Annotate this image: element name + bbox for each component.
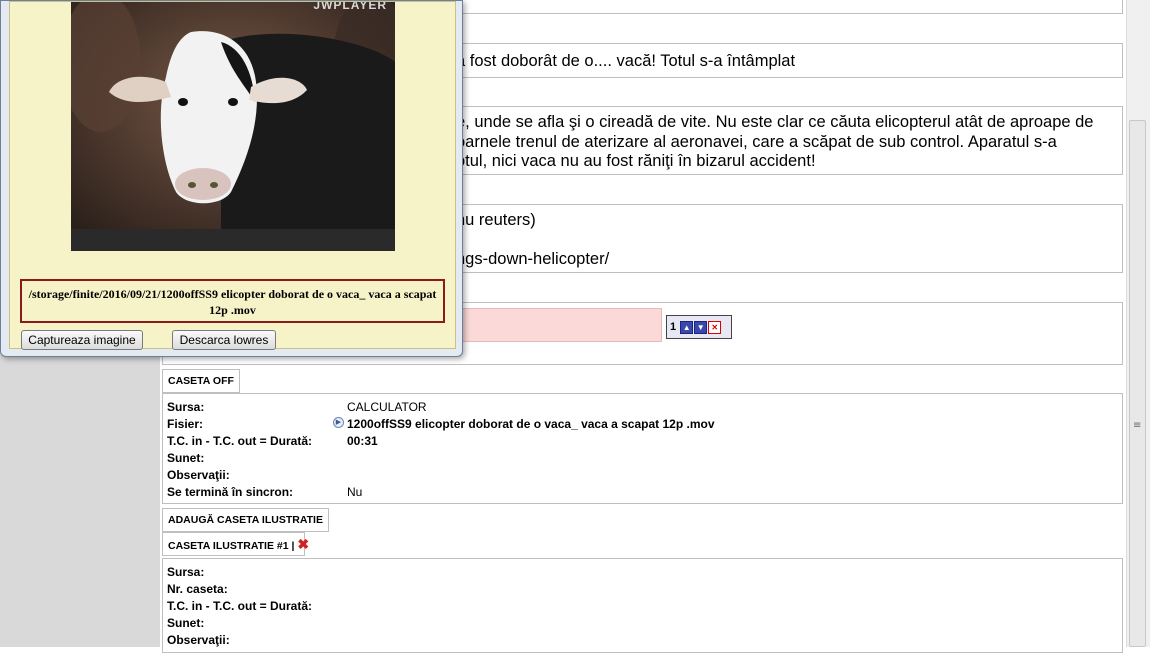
caseta-off-sincron-label: Se termină în sincron: xyxy=(167,485,294,499)
caseta-off-fisier-label: Fisier: xyxy=(167,417,204,431)
ilustratie-nr-caseta-label: Nr. caseta: xyxy=(167,582,228,596)
arrow-down-icon[interactable]: ▼ xyxy=(694,320,708,334)
body-line-2: oarnele trenul de aterizare al aeronavei… xyxy=(456,133,1057,151)
caseta-off-panel xyxy=(162,393,1123,504)
ilustratie-sunet-label: Sunet: xyxy=(167,616,205,630)
file-path-label: /storage/finite/2016/09/21/1200offSS9 el… xyxy=(20,279,445,323)
body-line-1: e, unde se afla şi o cireadă de vite. Nu… xyxy=(456,113,1094,131)
download-lowres-button[interactable]: Descarca lowres xyxy=(172,330,276,350)
ilustratie-durata-label: T.C. in - T.C. out = Durată: xyxy=(167,599,313,613)
tab-caseta-ilustratie-label: CASETA ILUSTRATIE #1 xyxy=(168,540,289,552)
delete-icon[interactable]: ✕ xyxy=(708,320,722,334)
ilustratie-sursa-label: Sursa: xyxy=(167,565,205,579)
order-control: 1 ▲ ▼ ✕ xyxy=(666,315,732,339)
scrollbar-thumb[interactable] xyxy=(1129,120,1146,647)
caseta-off-durata-value: 00:31 xyxy=(347,434,378,448)
caseta-off-sursa-label: Sursa: xyxy=(167,400,205,414)
player-control-bar[interactable] xyxy=(71,229,395,251)
ilustratie-observatii-label: Observaţii: xyxy=(167,633,230,647)
video-player-popup: JWPLAYER /storage/finite/2016/09/21/1200… xyxy=(0,0,463,357)
caseta-off-sunet-label: Sunet: xyxy=(167,451,205,465)
jwplayer-logo: JWPLAYER xyxy=(313,2,387,12)
arrow-up-icon[interactable]: ▲ xyxy=(680,320,694,334)
tab-caseta-ilustratie-1[interactable]: CASETA ILUSTRATIE #1 | ✖ xyxy=(162,532,309,556)
order-input[interactable] xyxy=(455,308,662,342)
order-number: 1 xyxy=(670,321,677,333)
capture-image-button[interactable]: Captureaza imagine xyxy=(21,330,143,350)
title-text: a fost doborât de o.... vacă! Totul s-a … xyxy=(456,52,796,70)
caseta-off-fisier-value[interactable]: 1200offSS9 elicopter doborat de o vaca_ … xyxy=(347,417,715,431)
tab-caseta-off[interactable]: CASETA OFF xyxy=(162,369,240,393)
caseta-off-durata-label: T.C. in - T.C. out = Durată: xyxy=(167,434,313,448)
play-file-icon[interactable]: ▶ xyxy=(333,417,344,428)
video-player[interactable]: JWPLAYER xyxy=(71,2,395,251)
source-line-2: ngs-down-helicopter/ xyxy=(456,250,610,268)
video-frame-cow-image xyxy=(71,2,395,251)
add-illustration-button[interactable]: ADAUGĂ CASETA ILUSTRATIE xyxy=(162,508,329,532)
tab-separator: | xyxy=(291,540,295,552)
caseta-off-sincron-value: Nu xyxy=(347,485,363,499)
scrollbar-grip-icon: ≡ xyxy=(1133,420,1142,431)
caseta-off-observatii-label: Observaţii: xyxy=(167,468,230,482)
body-line-3: otul, nici vaca nu au fost răniţi în biz… xyxy=(456,152,816,170)
source-line-1: nu reuters) xyxy=(456,211,536,229)
delete-illustration-icon[interactable]: ✖ xyxy=(297,536,309,552)
caseta-off-sursa-value: CALCULATOR xyxy=(347,400,427,414)
